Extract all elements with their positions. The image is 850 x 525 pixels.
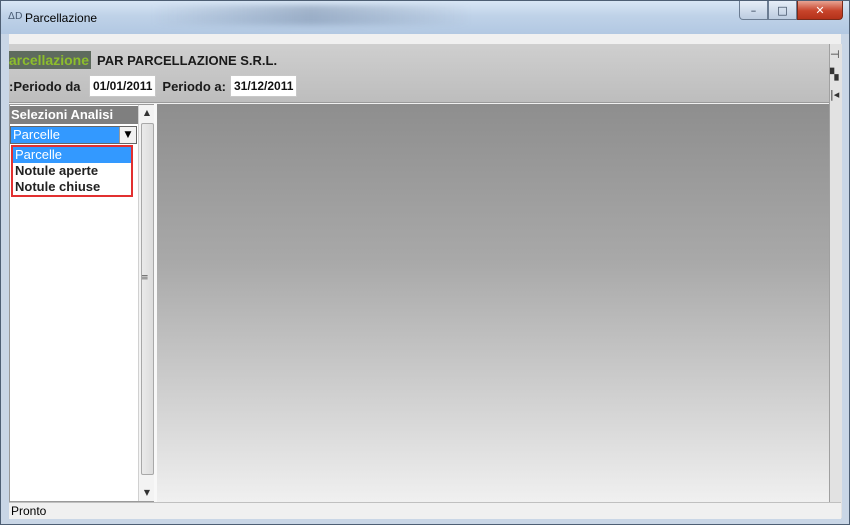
scroll-up-arrow-icon[interactable]: ▲ <box>139 105 155 121</box>
app-icon[interactable]: ΔD <box>8 11 23 22</box>
dropdown-option-notule-aperte[interactable]: Notule aperte <box>13 163 131 179</box>
header-panel: Parcellazione PAR PARCELLAZIONE S.R.L. P… <box>9 44 829 103</box>
header-row-company: Parcellazione PAR PARCELLAZIONE S.R.L. <box>9 49 277 71</box>
company-name: PAR PARCELLAZIONE S.R.L. <box>97 52 278 68</box>
minimize-button[interactable]: – <box>739 1 768 20</box>
collapse-icon[interactable]: |◂ <box>830 88 844 101</box>
app-name-label: Parcellazione <box>9 51 91 69</box>
window-controls: – □ ✕ <box>739 1 843 21</box>
scroll-grip-icon: ≡ <box>141 273 149 283</box>
layout-icon[interactable]: ▚ <box>830 68 844 81</box>
scroll-down-arrow-icon[interactable]: ▼ <box>139 485 155 501</box>
title-bar-glass <box>151 5 471 25</box>
client-area: Parcellazione PAR PARCELLAZIONE S.R.L. P… <box>9 34 842 519</box>
status-bar: Pronto <box>9 502 841 519</box>
period-to-field[interactable]: 31/12/2011 <box>229 75 298 97</box>
dropdown-option-parcelle[interactable]: Parcelle <box>13 147 131 163</box>
analysis-combo[interactable]: Parcelle ▼ <box>10 126 137 144</box>
analysis-selection-panel: Selezioni Analisi Parcelle ▼ Parcelle No… <box>9 104 155 502</box>
period-from-field[interactable]: 01/01/2011 <box>89 75 157 97</box>
title-bar[interactable]: ΔD Parcellazione – □ ✕ <box>1 1 849 34</box>
analysis-dropdown-list: Parcelle Notule aperte Notule chiuse <box>11 145 133 197</box>
close-button[interactable]: ✕ <box>797 1 843 20</box>
maximize-button[interactable]: □ <box>768 1 797 20</box>
app-window: ΔD Parcellazione – □ ✕ Parcellazione PAR… <box>0 0 850 525</box>
main-content-area <box>154 104 829 502</box>
window-title: Parcellazione <box>25 11 98 25</box>
panel-title: Selezioni Analisi <box>10 106 139 124</box>
period-to-label: Periodo a: <box>162 78 226 94</box>
dropdown-option-notule-chiuse[interactable]: Notule chiuse <box>13 179 131 195</box>
scroll-thumb[interactable] <box>141 123 154 475</box>
combo-value: Parcelle <box>13 127 60 142</box>
chevron-down-icon[interactable]: ▼ <box>119 127 136 143</box>
vertical-scrollbar[interactable]: ▲ ≡ ▼ <box>138 105 155 501</box>
period-from-label: Periodo da: <box>9 78 81 94</box>
status-text: Pronto <box>11 504 47 518</box>
pin-icon[interactable]: ⊣ <box>830 48 844 61</box>
header-row-period: Periodo da: 01/01/2011 Periodo a: 31/12/… <box>9 74 303 98</box>
right-toolbar: ⊣ ▚ |◂ <box>829 44 842 518</box>
